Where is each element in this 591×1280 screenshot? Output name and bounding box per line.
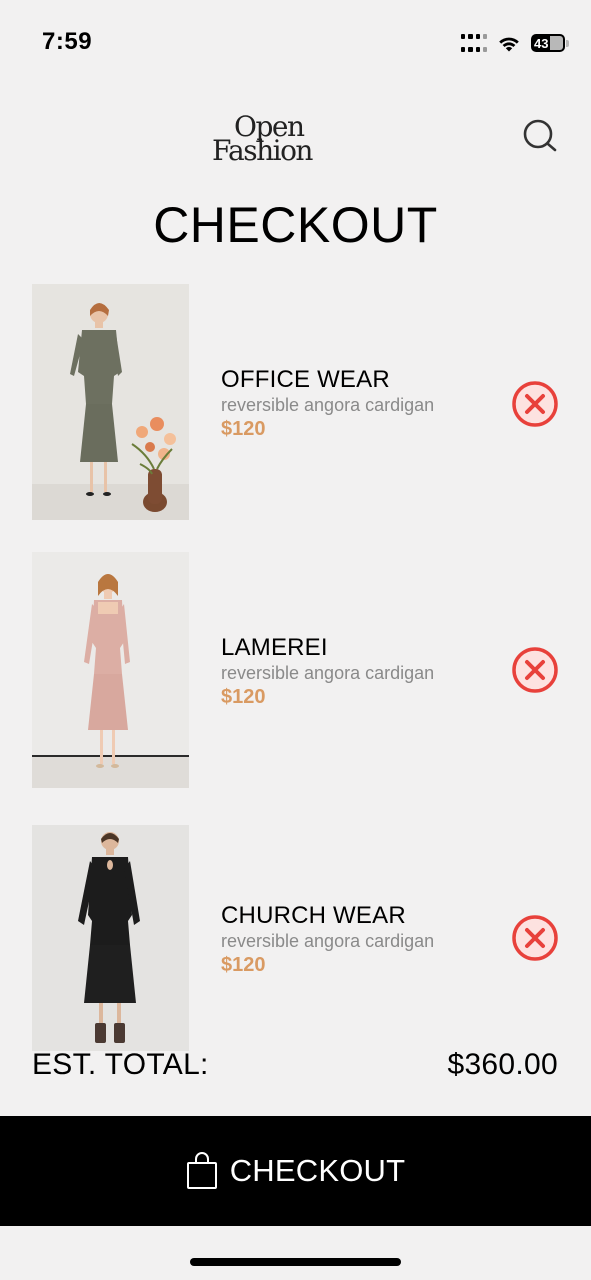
item-name[interactable]: LAMEREI [221,634,501,662]
remove-item-button[interactable] [510,913,560,963]
signal-icon [461,34,487,52]
item-description: reversible angora cardigan [221,931,435,951]
item-info: LAMEREI reversible angora cardigan $120 [221,634,501,710]
remove-item-button[interactable] [510,379,560,429]
checkout-screen: 7:59 43 Open Fashion CHECKOUT OFFICE WEA… [0,0,591,1280]
shopping-bag-icon [186,1152,217,1189]
item-name[interactable]: OFFICE WEAR [221,366,501,394]
est-total-value: $360.00 [447,1048,558,1081]
app-header: Open Fashion [0,100,591,180]
item-info: OFFICE WEAR reversible angora cardigan $… [221,366,501,442]
open-fashion-logo[interactable]: Open Fashion [212,110,342,168]
product-photo-lamerei[interactable] [32,552,189,788]
wifi-icon [499,37,519,52]
item-description: reversible angora cardigan [221,395,435,415]
item-price: $120 [221,686,266,708]
remove-item-button[interactable] [510,645,560,695]
cart-item: LAMEREI reversible angora cardigan $120 [32,552,562,788]
logo-line-2: Fashion [212,134,313,167]
item-description: reversible angora cardigan [221,663,435,683]
search-icon[interactable] [520,116,560,156]
battery-icon: 43 [531,34,565,52]
cart-item: CHURCH WEAR reversible angora cardigan $… [32,820,562,1056]
checkout-button[interactable]: CHECKOUT [0,1116,591,1226]
page-title: CHECKOUT [153,197,438,253]
cart-item: OFFICE WEAR reversible angora cardigan $… [32,284,562,520]
status-bar: 7:59 43 [0,0,591,80]
product-photo-office-wear[interactable] [32,284,189,520]
item-info: CHURCH WEAR reversible angora cardigan $… [221,902,501,978]
status-time: 7:59 [42,28,93,55]
battery-level: 43 [534,35,549,51]
item-price: $120 [221,418,266,440]
home-indicator[interactable] [190,1258,401,1266]
product-photo-church-wear[interactable] [32,820,189,1056]
est-total-label: EST. TOTAL: [32,1048,209,1081]
status-icons: 43 [461,30,569,56]
item-price: $120 [221,954,266,976]
checkout-label: CHECKOUT [229,1153,406,1188]
battery-cap [566,39,569,47]
item-name[interactable]: CHURCH WEAR [221,902,501,930]
